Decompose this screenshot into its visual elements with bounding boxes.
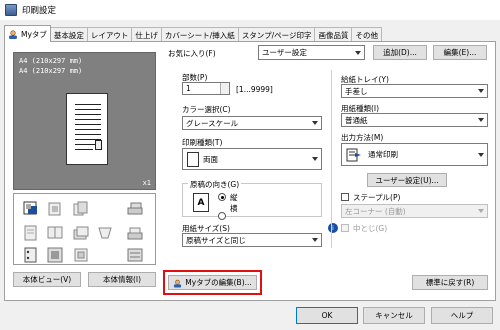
page-preview: A4 (210x297 mm) A4 (210x297 mm) x1 [13, 52, 156, 190]
window-title: 印刷設定 [22, 6, 57, 16]
output-method-value: 通常印刷 [368, 150, 398, 159]
tab-other[interactable]: その他 [351, 27, 382, 42]
color-value: グレースケール [186, 118, 239, 128]
tab-finishing[interactable]: 仕上げ [131, 27, 162, 42]
column-divider [331, 70, 332, 248]
user-icon [8, 29, 18, 39]
tab-label: レイアウト [90, 30, 129, 40]
copies-value: 1 [186, 84, 191, 93]
tab-label: Myタブ [21, 29, 47, 39]
saddle-stitch-label: 中とじ(G) [353, 224, 388, 233]
output-bin-icon[interactable] [126, 246, 144, 264]
color-select[interactable]: グレースケール [182, 116, 322, 130]
tab-strip: Myタブ 基本設定 レイアウト 仕上げ カバーシート/挿入紙 スタンプ/ページ印… [4, 25, 382, 42]
device-view-button[interactable]: 本体ビュー(V) [13, 272, 81, 287]
stapler-icon[interactable] [126, 200, 144, 218]
tab-label: カバーシート/挿入紙 [164, 30, 235, 40]
chevron-down-icon [478, 118, 484, 122]
staple-position-value: 左コーナー (自動) [345, 206, 406, 216]
saddle-stitch-checkbox[interactable] [341, 224, 349, 232]
paper-size-value: 原稿サイズと同じ [186, 235, 246, 245]
preview-copies: x1 [142, 179, 151, 187]
print-settings-window: 印刷設定 Myタブ 基本設定 レイアウト 仕上げ カバーシート/挿入紙 スタンプ… [0, 0, 500, 330]
info-icon: i [328, 223, 338, 233]
paper-size-select[interactable]: 原稿サイズと同じ [182, 233, 322, 247]
print-type-value: 両面 [203, 154, 218, 164]
favorites-value: ユーザー設定 [262, 48, 307, 57]
tab-label: 画像品質 [318, 30, 349, 40]
preview-paper-size: A4 (210x297 mm) [19, 57, 83, 65]
output-method-label: 出力方法(M) [341, 133, 384, 142]
restore-defaults-button[interactable]: 標準に戻す(R) [412, 275, 488, 290]
tab-label: スタンプ/ページ印字 [241, 30, 312, 40]
favorites-select[interactable]: ユーザー設定 [258, 45, 365, 60]
tab-label: その他 [355, 30, 378, 40]
scan-to-pc-icon[interactable] [22, 200, 40, 218]
preview-paper [66, 93, 108, 165]
chevron-down-icon [312, 121, 318, 125]
portrait-a-icon: A [193, 193, 209, 212]
chevron-down-icon [312, 238, 318, 242]
tab-image-quality[interactable]: 画像品質 [314, 27, 353, 42]
tray-icon[interactable] [126, 224, 144, 242]
copies-range: [1...9999] [236, 85, 273, 94]
landscape-label: 横 [230, 204, 238, 213]
chevron-down-icon [312, 157, 318, 161]
duplex-mark-icon [95, 140, 102, 150]
tab-label: 基本設定 [53, 30, 84, 40]
spin-arrows-icon[interactable] [220, 83, 229, 94]
stack-icon[interactable] [72, 224, 90, 242]
chevron-down-icon [355, 50, 361, 55]
punch-icon[interactable] [22, 246, 40, 264]
copies-spinbox[interactable]: 1 [182, 82, 230, 95]
chevron-down-icon [478, 209, 484, 213]
landscape-radio[interactable] [218, 212, 226, 220]
color-label: カラー選択(C) [182, 105, 231, 114]
portrait-label: 縦 [230, 193, 238, 202]
help-button[interactable]: ヘルプ [431, 307, 493, 324]
printer-icon [5, 4, 17, 16]
highlight-box [163, 270, 262, 295]
duplex-icon [187, 152, 199, 167]
tab-cover-sheet[interactable]: カバーシート/挿入紙 [160, 27, 239, 42]
tab-layout[interactable]: レイアウト [86, 27, 133, 42]
paper-type-value: 普通紙 [345, 115, 368, 125]
staple-label: ステープル(P) [353, 193, 401, 202]
device-view [13, 193, 156, 265]
fold-icon[interactable] [96, 224, 114, 242]
preview-output-size: A4 (210x297 mm) [19, 67, 83, 75]
print-type-label: 印刷種類(T) [182, 138, 223, 147]
tab-mytab[interactable]: Myタブ [4, 25, 51, 42]
document-icon[interactable] [22, 224, 40, 242]
paper-type-select[interactable]: 普通紙 [341, 113, 488, 127]
user-settings-button[interactable]: ユーザー設定(U)... [367, 173, 447, 187]
copy-icon[interactable] [72, 200, 90, 218]
booklet-icon[interactable] [46, 224, 64, 242]
tab-label: 仕上げ [135, 30, 158, 40]
paper-tray-value: 手差し [345, 86, 368, 96]
portrait-radio[interactable] [218, 193, 226, 201]
multi-page-icon[interactable] [46, 200, 64, 218]
chevron-down-icon [478, 152, 484, 157]
cancel-button[interactable]: キャンセル [363, 307, 425, 324]
add-favorite-button[interactable]: 追加(D)... [373, 45, 427, 60]
favorites-label: お気に入り(F) [168, 49, 216, 58]
device-info-button[interactable]: 本体情報(I) [88, 272, 156, 287]
print-type-select[interactable]: 両面 [182, 148, 322, 170]
layers-icon[interactable] [46, 246, 64, 264]
tab-basic[interactable]: 基本設定 [49, 27, 88, 42]
ok-button[interactable]: OK [296, 307, 358, 324]
print-output-icon [346, 148, 362, 162]
orientation-label: 原稿の向き(G) [188, 179, 242, 190]
paper-tray-select[interactable]: 手差し [341, 84, 488, 98]
output-method-select[interactable]: 通常印刷 [341, 143, 488, 166]
edit-favorite-button[interactable]: 編集(E)... [433, 45, 487, 60]
tab-stamp[interactable]: スタンプ/ページ印字 [237, 27, 316, 42]
staple-position-select[interactable]: 左コーナー (自動) [341, 204, 488, 218]
title-bar: 印刷設定 [0, 0, 500, 20]
staple-checkbox[interactable] [341, 193, 349, 201]
finisher-icon[interactable] [72, 246, 90, 264]
chevron-down-icon [478, 89, 484, 93]
